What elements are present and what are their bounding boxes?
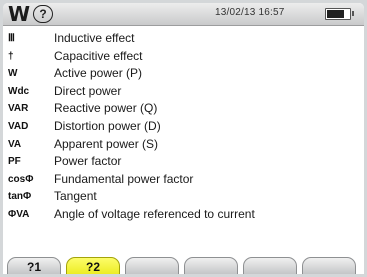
legend-row-power-factor: PF Power factor — [3, 153, 364, 171]
legend-description: Capacitive effect — [54, 48, 143, 63]
power-mode-icon: W — [8, 3, 31, 26]
legend-symbol: W — [8, 68, 18, 80]
legend-row-capacitive: † Capacitive effect — [3, 48, 364, 66]
legend-symbol: ΦVA — [8, 208, 30, 220]
capacitive-effect-icon: † — [8, 50, 14, 62]
legend-description: Reactive power (Q) — [54, 101, 158, 116]
status-bar: W ? 13/02/13 16:57 — [3, 3, 364, 26]
legend-row-tangent: tanΦ Tangent — [3, 188, 364, 206]
legend-row-distortion-power: VAD Distortion power (D) — [3, 118, 364, 136]
legend-symbol: VAR — [8, 103, 29, 115]
help-screen: W ? 13/02/13 16:57 Ⅲ Inductive effect † … — [3, 3, 364, 274]
legend-row-active-power: W Active power (P) — [3, 65, 364, 83]
softkey-help-page-1[interactable]: ?1 — [7, 257, 61, 274]
legend-row-direct-power: Wdc Direct power — [3, 83, 364, 101]
legend-description: Angle of voltage referenced to current — [54, 206, 255, 221]
legend-symbol: VAD — [8, 120, 29, 132]
legend-description: Tangent — [54, 189, 97, 204]
legend-symbol: Wdc — [8, 85, 30, 97]
help-icon: ? — [33, 5, 53, 23]
legend-symbol: cosΦ — [8, 173, 34, 185]
battery-icon — [325, 8, 354, 20]
softkey-6[interactable] — [302, 257, 356, 274]
softkey-4[interactable] — [184, 257, 238, 274]
softkey-3[interactable] — [125, 257, 179, 274]
datetime: 13/02/13 16:57 — [215, 7, 285, 18]
softkey-bar: ?1 ?2 — [3, 254, 364, 274]
legend-symbol: tanΦ — [8, 191, 32, 203]
legend-row-inductive: Ⅲ Inductive effect — [3, 30, 364, 48]
legend-row-phase-angle: ΦVA Angle of voltage referenced to curre… — [3, 206, 364, 224]
legend-symbol: VA — [8, 138, 22, 150]
legend-description: Power factor — [54, 154, 122, 169]
legend-description: Inductive effect — [54, 31, 135, 45]
legend-description: Distortion power (D) — [54, 118, 161, 133]
legend-description: Direct power — [54, 83, 122, 98]
inductive-effect-icon: Ⅲ — [8, 33, 15, 44]
legend-description: Active power (P) — [54, 66, 143, 81]
legend-row-fundamental-pf: cosΦ Fundamental power factor — [3, 171, 364, 189]
softkey-help-page-2[interactable]: ?2 — [66, 257, 120, 274]
legend-row-reactive-power: VAR Reactive power (Q) — [3, 100, 364, 118]
battery-tip — [352, 11, 354, 16]
legend-symbol: PF — [8, 156, 21, 168]
battery-level — [327, 10, 344, 18]
legend-description: Apparent power (S) — [54, 136, 159, 151]
legend-description: Fundamental power factor — [54, 171, 194, 186]
legend-list: Ⅲ Inductive effect † Capacitive effect W… — [3, 30, 364, 224]
softkey-5[interactable] — [243, 257, 297, 274]
legend-row-apparent-power: VA Apparent power (S) — [3, 136, 364, 154]
